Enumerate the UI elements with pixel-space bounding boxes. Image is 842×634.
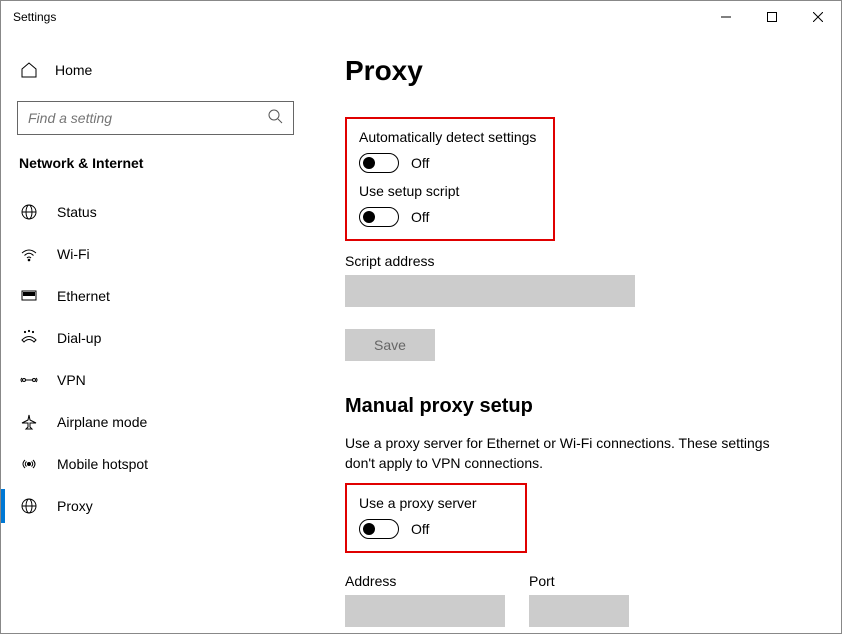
address-label: Address bbox=[345, 573, 505, 589]
sidebar-item-ethernet[interactable]: Ethernet bbox=[1, 275, 310, 317]
nav-label: Mobile hotspot bbox=[57, 456, 148, 472]
home-nav[interactable]: Home bbox=[1, 53, 310, 87]
main-panel: Proxy Automatically detect settings Off … bbox=[311, 33, 841, 633]
nav-label: Airplane mode bbox=[57, 414, 147, 430]
nav-label: Wi-Fi bbox=[57, 246, 90, 262]
toggle-knob bbox=[363, 157, 375, 169]
dialup-icon bbox=[19, 329, 39, 347]
nav-label: VPN bbox=[57, 372, 86, 388]
window-controls bbox=[703, 1, 841, 33]
nav-label: Status bbox=[57, 204, 97, 220]
manual-description: Use a proxy server for Ethernet or Wi-Fi… bbox=[345, 434, 775, 473]
titlebar: Settings bbox=[1, 1, 841, 33]
home-icon bbox=[19, 61, 39, 79]
script-address-label: Script address bbox=[345, 253, 807, 269]
nav-label: Dial-up bbox=[57, 330, 101, 346]
nav-label: Proxy bbox=[57, 498, 93, 514]
minimize-icon bbox=[721, 12, 731, 22]
wifi-icon bbox=[19, 245, 39, 263]
proxy-icon bbox=[19, 497, 39, 515]
auto-detect-toggle[interactable] bbox=[359, 153, 399, 173]
sidebar-item-proxy[interactable]: Proxy bbox=[1, 485, 310, 527]
hotspot-icon bbox=[19, 455, 39, 473]
ethernet-icon bbox=[19, 287, 39, 305]
sidebar-item-dialup[interactable]: Dial-up bbox=[1, 317, 310, 359]
vpn-icon bbox=[19, 371, 39, 389]
sidebar-item-hotspot[interactable]: Mobile hotspot bbox=[1, 443, 310, 485]
setup-script-toggle[interactable] bbox=[359, 207, 399, 227]
use-proxy-state: Off bbox=[411, 521, 429, 537]
search-icon bbox=[267, 108, 283, 129]
search-box[interactable] bbox=[17, 101, 294, 135]
nav-list: Status Wi-Fi Ethernet Dial-up VPN Airpla… bbox=[1, 191, 310, 527]
nav-label: Ethernet bbox=[57, 288, 110, 304]
highlight-proxy-section: Use a proxy server Off bbox=[345, 483, 527, 553]
maximize-icon bbox=[767, 12, 777, 22]
manual-section-title: Manual proxy setup bbox=[345, 395, 807, 418]
page-title: Proxy bbox=[345, 55, 807, 87]
window-title: Settings bbox=[13, 10, 703, 24]
auto-detect-state: Off bbox=[411, 155, 429, 171]
sidebar-item-status[interactable]: Status bbox=[1, 191, 310, 233]
address-input[interactable] bbox=[345, 595, 505, 627]
toggle-knob bbox=[363, 211, 375, 223]
save-button[interactable]: Save bbox=[345, 329, 435, 361]
toggle-knob bbox=[363, 523, 375, 535]
port-input[interactable] bbox=[529, 595, 629, 627]
close-button[interactable] bbox=[795, 1, 841, 33]
port-label: Port bbox=[529, 573, 629, 589]
search-input[interactable] bbox=[28, 110, 267, 126]
sidebar-item-wifi[interactable]: Wi-Fi bbox=[1, 233, 310, 275]
auto-detect-label: Automatically detect settings bbox=[359, 129, 541, 145]
sidebar-item-airplane[interactable]: Airplane mode bbox=[1, 401, 310, 443]
status-icon bbox=[19, 203, 39, 221]
highlight-auto-section: Automatically detect settings Off Use se… bbox=[345, 117, 555, 241]
use-proxy-toggle[interactable] bbox=[359, 519, 399, 539]
setup-script-state: Off bbox=[411, 209, 429, 225]
category-title: Network & Internet bbox=[1, 135, 310, 179]
airplane-icon bbox=[19, 413, 39, 431]
sidebar-item-vpn[interactable]: VPN bbox=[1, 359, 310, 401]
close-icon bbox=[813, 12, 823, 22]
minimize-button[interactable] bbox=[703, 1, 749, 33]
use-proxy-label: Use a proxy server bbox=[359, 495, 513, 511]
sidebar: Home Network & Internet Status Wi-Fi Eth… bbox=[1, 33, 311, 633]
maximize-button[interactable] bbox=[749, 1, 795, 33]
home-label: Home bbox=[55, 62, 92, 78]
script-address-input[interactable] bbox=[345, 275, 635, 307]
setup-script-label: Use setup script bbox=[359, 183, 541, 199]
